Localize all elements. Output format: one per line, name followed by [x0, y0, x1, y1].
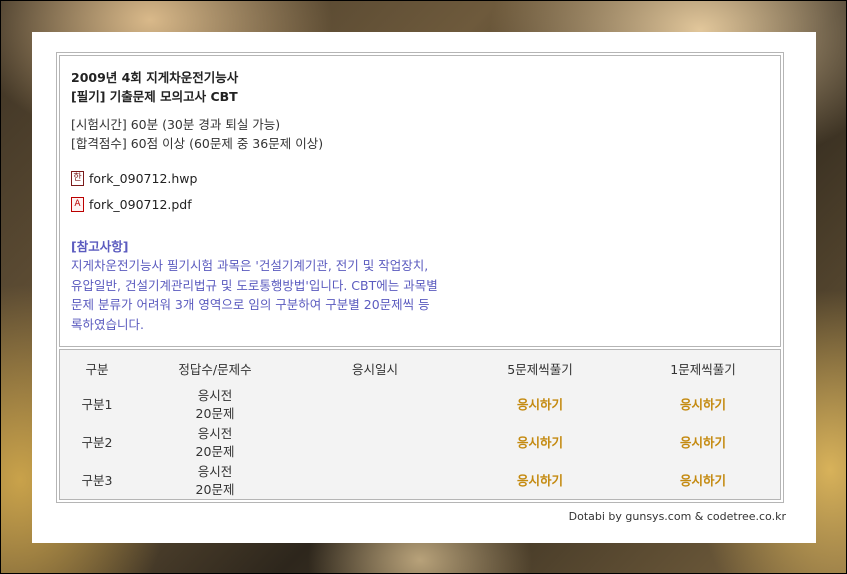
- date-cell: [296, 424, 454, 462]
- exam-subtitle: [필기] 기출문제 모의고사 CBT: [71, 89, 238, 104]
- file-name: fork_090712.pdf: [89, 196, 192, 212]
- note-body: 지게차운전기능사 필기시험 과목은 '건설기계기관, 전기 및 작업장치, 유압…: [71, 258, 438, 332]
- date-cell: [296, 462, 454, 500]
- file-link-hwp[interactable]: 한 fork_090712.hwp: [71, 167, 769, 189]
- note-title: [참고사항]: [71, 239, 129, 254]
- take-exam-five-button[interactable]: 응시하기: [517, 473, 563, 488]
- header-score: 정답수/문제수: [178, 361, 252, 377]
- take-exam-one-button[interactable]: 응시하기: [680, 435, 726, 450]
- header-section: 구분: [85, 361, 109, 377]
- section-label: 구분3: [81, 473, 113, 488]
- hwp-file-icon: 한: [71, 170, 84, 186]
- status-text: 응시전: [197, 426, 233, 441]
- content-panel: 2009년 4회 지게차운전기능사 [필기] 기출문제 모의고사 CBT [시험…: [32, 32, 816, 543]
- status-text: 응시전: [197, 388, 233, 403]
- header-five: 5문제씩풀기: [507, 361, 573, 377]
- score-cell: 응시전 20문제: [134, 386, 296, 424]
- take-exam-five-button[interactable]: 응시하기: [517, 435, 563, 450]
- exam-box: 2009년 4회 지게차운전기능사 [필기] 기출문제 모의고사 CBT [시험…: [56, 52, 784, 503]
- take-exam-five-button[interactable]: 응시하기: [517, 397, 563, 412]
- file-link-pdf[interactable]: A fork_090712.pdf: [71, 193, 769, 215]
- section-table-wrap: 구분 정답수/문제수 응시일시 5문제씩풀기 1문제씩풀기 구분1 응시전 20…: [59, 349, 781, 500]
- table-header-row: 구분 정답수/문제수 응시일시 5문제씩풀기 1문제씩풀기: [60, 350, 780, 386]
- section-label: 구분1: [81, 397, 113, 412]
- file-name: fork_090712.hwp: [89, 170, 198, 186]
- status-text: 응시전: [197, 464, 233, 479]
- take-exam-one-button[interactable]: 응시하기: [680, 473, 726, 488]
- exam-title: 2009년 4회 지게차운전기능사: [71, 70, 239, 85]
- section-label: 구분2: [81, 435, 113, 450]
- table-row: 구분3 응시전 20문제 응시하기 응시하기: [60, 462, 780, 500]
- score-cell: 응시전 20문제: [134, 462, 296, 500]
- score-cell: 응시전 20문제: [134, 424, 296, 462]
- question-count: 20문제: [195, 482, 235, 497]
- take-exam-one-button[interactable]: 응시하기: [680, 397, 726, 412]
- question-count: 20문제: [195, 444, 235, 459]
- table-row: 구분1 응시전 20문제 응시하기 응시하기: [60, 386, 780, 424]
- header-date: 응시일시: [351, 361, 398, 377]
- table-row: 구분2 응시전 20문제 응시하기 응시하기: [60, 424, 780, 462]
- question-count: 20문제: [195, 406, 235, 421]
- section-table: 구분 정답수/문제수 응시일시 5문제씩풀기 1문제씩풀기 구분1 응시전 20…: [60, 350, 780, 500]
- footer-credit: Dotabi by gunsys.com & codetree.co.kr: [568, 510, 786, 523]
- exam-time: [시험시간] 60분 (30분 경과 퇴실 가능): [71, 117, 281, 132]
- exam-pass-score: [합격점수] 60점 이상 (60문제 중 36문제 이상): [71, 136, 324, 151]
- header-one: 1문제씩풀기: [670, 361, 736, 377]
- pdf-file-icon: A: [71, 196, 84, 212]
- exam-info-section: 2009년 4회 지게차운전기능사 [필기] 기출문제 모의고사 CBT [시험…: [59, 55, 781, 347]
- date-cell: [296, 386, 454, 424]
